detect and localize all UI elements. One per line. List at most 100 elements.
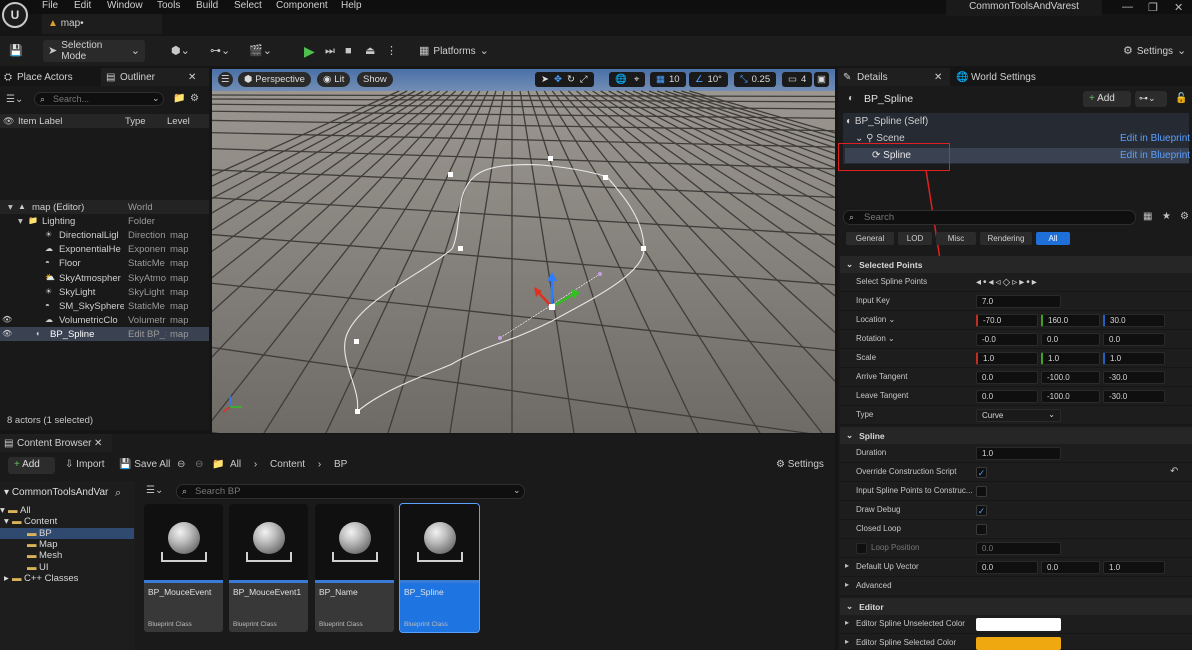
asset-tile[interactable]: BP_MouceEvent Blueprint Class bbox=[144, 504, 223, 632]
tree-item[interactable]: ▬ Map bbox=[0, 539, 134, 550]
star-icon[interactable]: ★ bbox=[1162, 211, 1171, 222]
close-tab-icon[interactable]: ✕ bbox=[188, 72, 196, 83]
table-row[interactable]: ☁ ExponentialHe Exponent map bbox=[0, 242, 209, 256]
filter-lod[interactable]: LOD bbox=[898, 232, 932, 245]
add-folder-icon[interactable]: 📁 bbox=[173, 93, 185, 104]
filter-icon[interactable]: ☰⌄ bbox=[146, 485, 163, 496]
breadcrumb-all[interactable]: All bbox=[230, 459, 241, 470]
scale-tool-icon[interactable]: ⤢ bbox=[580, 74, 588, 85]
filter-rendering[interactable]: Rendering bbox=[980, 232, 1032, 245]
tab-place-actors[interactable]: Place Actors bbox=[17, 72, 73, 83]
spline-point[interactable] bbox=[641, 246, 646, 251]
table-row[interactable]: ☀ DirectionalLigl Direction map bbox=[0, 228, 209, 242]
table-row[interactable]: 👁 ☁ VolumetricClo Volumetr map bbox=[0, 313, 209, 327]
surface-snap-button[interactable]: ⌖ bbox=[628, 72, 646, 87]
camera-speed-button[interactable]: ▭ 4 bbox=[782, 72, 813, 87]
reset-icon[interactable]: ↶ bbox=[1170, 466, 1178, 477]
selected-color-swatch[interactable] bbox=[976, 637, 1061, 650]
add-component-button[interactable]: + Add bbox=[1083, 91, 1131, 107]
scale-snap-button[interactable]: ⤡ 0.25 bbox=[734, 72, 777, 87]
more-options-icon[interactable]: ⋮ bbox=[381, 40, 402, 62]
content-browser-tab[interactable]: ▤ Content Browser ✕ bbox=[0, 434, 112, 452]
spline-point[interactable] bbox=[448, 172, 453, 177]
spline-point[interactable] bbox=[603, 175, 608, 180]
show-button[interactable]: Show bbox=[357, 72, 393, 87]
chevron-right-icon[interactable]: ▸ bbox=[845, 618, 849, 627]
import-button[interactable]: ⇩ Import bbox=[65, 459, 105, 470]
grid-snap-button[interactable]: ▦ 10 bbox=[650, 72, 686, 87]
col-type[interactable]: Type bbox=[125, 116, 146, 127]
filter-all[interactable]: All bbox=[1036, 232, 1070, 245]
platforms-button[interactable]: ▦ Platforms ⌄ bbox=[414, 40, 494, 62]
chevron-right-icon[interactable]: ▸ bbox=[845, 637, 849, 646]
arrive-y-field[interactable]: -100.0 bbox=[1041, 371, 1100, 384]
close-tab-icon[interactable]: ✕ bbox=[94, 438, 102, 449]
details-search-input[interactable]: ⌕ Search bbox=[843, 210, 1136, 225]
location-y-field[interactable]: 160.0 bbox=[1041, 314, 1100, 327]
arrive-x-field[interactable]: 0.0 bbox=[976, 371, 1038, 384]
unreal-logo-icon[interactable]: U bbox=[2, 2, 28, 28]
menu-edit[interactable]: Edit bbox=[74, 0, 91, 11]
chevron-right-icon[interactable]: ▸ bbox=[845, 561, 849, 570]
breadcrumb-content[interactable]: Content bbox=[270, 459, 305, 470]
add-actor-icon[interactable]: ⬢⌄ bbox=[166, 40, 195, 62]
close-tab-icon[interactable]: ✕ bbox=[934, 72, 942, 83]
tree-item[interactable]: ▾ ▬ All bbox=[0, 505, 134, 516]
menu-build[interactable]: Build bbox=[196, 0, 218, 11]
spline-point[interactable] bbox=[354, 339, 359, 344]
leave-y-field[interactable]: -100.0 bbox=[1041, 390, 1100, 403]
menu-tools[interactable]: Tools bbox=[157, 0, 180, 11]
breadcrumb-bp[interactable]: BP bbox=[334, 459, 347, 470]
stop-icon[interactable]: ■ bbox=[340, 40, 357, 62]
table-row[interactable]: ⛅ SkyAtmospher SkyAtmo map bbox=[0, 271, 209, 285]
up-vector-z-field[interactable]: 1.0 bbox=[1103, 561, 1165, 574]
rotate-tool-icon[interactable]: ↻ bbox=[567, 74, 575, 85]
selection-mode-button[interactable]: ➤ Selection Mode ⌄ bbox=[43, 40, 145, 62]
up-vector-x-field[interactable]: 0.0 bbox=[976, 561, 1038, 574]
tab-details[interactable]: Details bbox=[857, 72, 888, 83]
save-icon[interactable]: 💾 bbox=[4, 40, 28, 62]
col-item-label[interactable]: Item Label bbox=[18, 116, 62, 127]
location-x-field[interactable]: -70.0 bbox=[976, 314, 1038, 327]
outliner-search-input[interactable]: ⌕ Search... ⌄ bbox=[34, 92, 164, 106]
col-level[interactable]: Level bbox=[167, 116, 190, 127]
rotation-snap-button[interactable]: ∠ 10° bbox=[689, 72, 728, 87]
spline-edit-in-blueprint-link[interactable]: Edit in Blueprint bbox=[1120, 150, 1190, 161]
viewport-layout-button[interactable]: ▣ bbox=[814, 72, 829, 87]
menu-select[interactable]: Select bbox=[234, 0, 262, 11]
blueprint-icon[interactable]: ⊶⌄ bbox=[205, 40, 235, 62]
save-all-button[interactable]: 💾 Save All bbox=[119, 459, 170, 470]
loop-position-field[interactable]: 0.0 bbox=[976, 542, 1061, 555]
component-self[interactable]: ◐ BP_Spline (Self) bbox=[846, 116, 928, 127]
spline-point[interactable] bbox=[458, 246, 463, 251]
table-row[interactable]: ☀ SkyLight SkyLight map bbox=[0, 285, 209, 299]
table-row[interactable]: 👁 ◐ BP_Spline Edit BP_S map bbox=[0, 326, 209, 341]
unselected-color-swatch[interactable] bbox=[976, 618, 1061, 631]
table-view-icon[interactable]: ▦ bbox=[1143, 211, 1152, 222]
input-key-field[interactable]: 7.0 bbox=[976, 295, 1061, 308]
section-selected-points[interactable]: ⌄ Selected Points bbox=[840, 256, 1192, 273]
lock-icon[interactable]: 🔓 bbox=[1175, 93, 1187, 104]
closed-loop-checkbox[interactable] bbox=[976, 524, 987, 535]
menu-file[interactable]: File bbox=[42, 0, 58, 11]
play-icon[interactable]: ▶ bbox=[299, 40, 320, 62]
rotation-y-field[interactable]: 0.0 bbox=[1041, 333, 1100, 346]
cinematics-icon[interactable]: 🎬⌄ bbox=[244, 40, 277, 62]
section-editor[interactable]: ⌄ Editor bbox=[840, 598, 1192, 615]
tree-item[interactable]: ▬ Mesh bbox=[0, 550, 134, 561]
tree-item[interactable]: ▬ UI bbox=[0, 562, 134, 573]
viewport-menu-button[interactable]: ☰ bbox=[218, 72, 233, 87]
scene-edit-in-blueprint-link[interactable]: Edit in Blueprint bbox=[1120, 133, 1190, 144]
gear-icon[interactable]: ⚙ bbox=[1180, 211, 1189, 222]
back-icon[interactable]: ⊖ bbox=[177, 459, 185, 470]
menu-help[interactable]: Help bbox=[341, 0, 362, 11]
perspective-button[interactable]: ⬢ Perspective bbox=[238, 72, 311, 87]
table-row[interactable]: ▾ ▲ map (Editor) World bbox=[0, 200, 209, 214]
location-z-field[interactable]: 30.0 bbox=[1103, 314, 1165, 327]
tree-item[interactable]: ▾ ▬ Content bbox=[0, 516, 134, 527]
spline-point[interactable] bbox=[548, 156, 553, 161]
scale-z-field[interactable]: 1.0 bbox=[1103, 352, 1165, 365]
search-icon[interactable]: ⌕ bbox=[115, 487, 121, 500]
input-points-checkbox[interactable] bbox=[976, 486, 987, 497]
blueprint-options-button[interactable]: ⊶⌄ bbox=[1135, 91, 1167, 107]
